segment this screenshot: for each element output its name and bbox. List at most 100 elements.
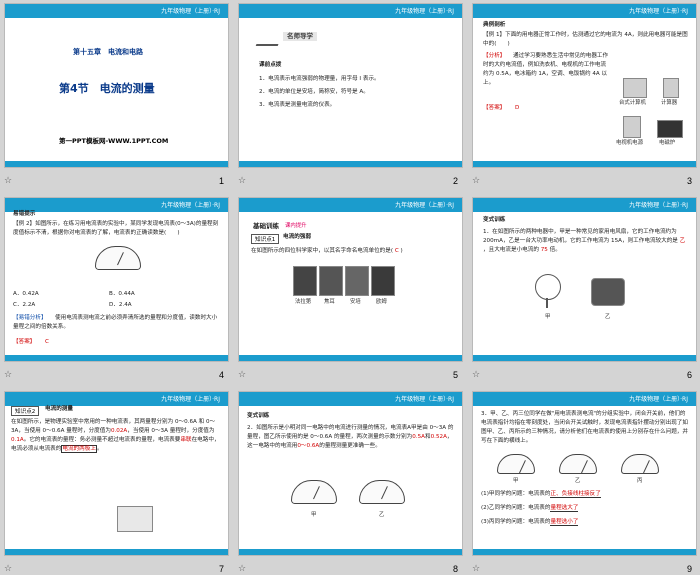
slide-number: 4 — [219, 370, 225, 380]
induction-cooker-image — [657, 120, 683, 138]
question-text: 1．在如图所示的两种电器中，甲是一种常见的家用电风扇，它的工作电流约为 200m… — [483, 229, 686, 253]
answer-tag: 【答案】 — [13, 339, 36, 345]
slide-number: 5 — [453, 370, 459, 380]
subtitle: 课前点拨 — [259, 62, 282, 68]
ammeter-dial-icon — [359, 480, 405, 504]
slide-thumbnail-2[interactable]: 九年级物理（上册）·RJ 名师导学 课前点拨 1．电流表示电流强弱的物理量，用字… — [238, 3, 463, 168]
slide-thumbnail-6[interactable]: 九年级物理（上册）·RJ 变式训练 1．在如图所示的两种电器中，甲是一种常见的家… — [472, 197, 697, 362]
answer-tag: 【答案】 — [483, 105, 506, 111]
item-label: 电磁炉 — [659, 140, 676, 146]
slide-number: 1 — [219, 176, 225, 186]
scientist-portrait — [345, 266, 369, 296]
device-label: 甲 — [545, 314, 551, 320]
dial-label: 甲 — [513, 478, 519, 484]
knowledge-tag: 知识点1 — [251, 234, 280, 244]
slide-header-bar: 九年级物理（上册）·RJ — [239, 4, 462, 18]
motor-image — [591, 278, 625, 306]
answer-line: (1)甲同学的问题：电流表的正、负接线柱接反了 — [481, 491, 601, 498]
chapter-title: 第十五章 电流和电路 — [73, 48, 143, 56]
banner-subtitle: 课内提升 — [285, 223, 307, 229]
item-label: 电视机电源 — [616, 140, 643, 146]
star-icon[interactable]: ☆ — [4, 370, 12, 380]
banner-title: 基础训练 — [253, 222, 279, 230]
star-icon[interactable]: ☆ — [472, 370, 480, 380]
slide-header-bar: 九年级物理（上册）·RJ — [239, 392, 462, 406]
slide-thumbnail-5[interactable]: 九年级物理（上册）·RJ 基础训练 课内提升 知识点1 电流的强弱 在如图所示的… — [238, 197, 463, 362]
device-label: 乙 — [605, 314, 611, 320]
dial-label: 甲 — [311, 512, 317, 518]
answer-text: 75 — [540, 247, 548, 253]
section-head: 典例剖析 — [483, 22, 506, 28]
radio-image — [623, 116, 641, 138]
ammeter-dial-icon — [497, 454, 535, 474]
star-icon[interactable]: ☆ — [4, 564, 12, 574]
star-icon[interactable]: ☆ — [4, 176, 12, 186]
slide-footer-bar — [473, 161, 696, 167]
slide-header-bar: 九年级物理（上册）·RJ — [473, 198, 696, 212]
section-head: 变式训练 — [483, 217, 506, 223]
list-item: 2．电流的单位是安培，简称安，符号是 A。 — [259, 89, 369, 95]
answer-text: 乙 — [679, 238, 686, 244]
slide-number: 8 — [453, 564, 459, 574]
slide-number: 3 — [687, 176, 693, 186]
knowledge-title: 电流的测量 — [45, 406, 73, 412]
calculator-image — [663, 78, 679, 98]
slide-header-bar: 九年级物理（上册）·RJ — [5, 392, 228, 406]
slide-footer-bar — [473, 549, 696, 555]
list-item: 3．电流表是测量电流的仪表。 — [259, 102, 336, 108]
question-text: 【例 2】如图所示，在练习用电流表的实验中，某同学发现电流表(0～3A)的量程刻… — [13, 221, 219, 236]
ammeter-dial-icon — [559, 454, 597, 474]
answer-text: C — [394, 248, 399, 254]
question-text: 【例 1】下面的用电器正常工作时，估测通过它的电流为 4A，则此用电器可能是图中… — [483, 32, 688, 47]
slide-thumbnail-8[interactable]: 九年级物理（上册）·RJ 变式训练 2．如图所示是小明对同一电路中的电流进行测量… — [238, 391, 463, 556]
list-item: 1．电流表示电流强弱的物理量，用字母 I 表示。 — [259, 76, 380, 82]
slide-footer-bar — [239, 549, 462, 555]
ammeter-icon — [95, 246, 141, 270]
slide-thumbnail-3[interactable]: 九年级物理（上册）·RJ 典例剖析 【例 1】下面的用电器正常工作时，估测通过它… — [472, 3, 697, 168]
option-d: D．2.4A — [109, 302, 132, 308]
dial-label: 丙 — [637, 478, 643, 484]
analysis-text: 通过学习要熟悉生活中常见的电器工作时的大约电流值，例如洗衣机、电视机的工作电流约… — [483, 53, 609, 86]
slide-thumbnail-7[interactable]: 九年级物理（上册）·RJ 知识点2 电流的测量 在如图所示，是物理实验室中常用的… — [4, 391, 229, 556]
slide-header-bar: 九年级物理（上册）·RJ — [5, 4, 228, 18]
section-head: 变式训练 — [247, 413, 270, 419]
answer-text: D — [515, 105, 520, 111]
ammeter-dial-icon — [621, 454, 659, 474]
answer-line: (2)乙同学的问题：电流表的量程选大了 — [481, 505, 579, 512]
body-text: 在如图所示，是物理实验室中常用的一种电流表，其两量程分别为 0～0.6A 和 0… — [11, 419, 220, 453]
dial-label: 乙 — [575, 478, 581, 484]
slide-thumbnail-4[interactable]: 九年级物理（上册）·RJ 易错提示 【例 2】如图所示，在练习用电流表的实验中，… — [4, 197, 229, 362]
bird-logo-icon — [255, 28, 285, 46]
scientist-portrait — [319, 266, 343, 296]
slide-footer-bar — [5, 161, 228, 167]
question-text: 3．甲、乙、丙三位同学在做"用电流表测电流"的分组实验中，闭合开关前，他们的电流… — [481, 411, 688, 444]
fan-icon — [535, 274, 561, 300]
star-icon[interactable]: ☆ — [472, 176, 480, 186]
dial-label: 乙 — [379, 512, 385, 518]
slide-thumbnail-9[interactable]: 九年级物理（上册）·RJ 3．甲、乙、丙三位同学在做"用电流表测电流"的分组实验… — [472, 391, 697, 556]
option-c: C．2.2A — [13, 302, 36, 308]
slide-number: 7 — [219, 564, 225, 574]
question-text: 在如图所示的四位科学家中，以其名字命名电流单位的是( C ) — [251, 248, 403, 254]
slide-thumbnail-1[interactable]: 九年级物理（上册）·RJ 第十五章 电流和电路 第4节 电流的测量 第一PPT模… — [4, 3, 229, 168]
scientist-name: 欧姆 — [376, 299, 387, 305]
tip-text: 使用电流表测电流之前必须弄清所选的量程和分度值，读数时大小量程之间的倍数关系。 — [13, 315, 218, 330]
slide-number: 9 — [687, 564, 693, 574]
star-icon[interactable]: ☆ — [472, 564, 480, 574]
slide-header-bar: 九年级物理（上册）·RJ — [473, 392, 696, 406]
star-icon[interactable]: ☆ — [238, 176, 246, 186]
star-icon[interactable]: ☆ — [238, 564, 246, 574]
fan-stand — [546, 298, 548, 308]
knowledge-title: 电流的强弱 — [283, 234, 311, 240]
slide-footer-bar — [239, 161, 462, 167]
star-icon[interactable]: ☆ — [238, 370, 246, 380]
slide-footer-bar — [5, 355, 228, 361]
scientist-name: 安培 — [350, 299, 361, 305]
item-label: 台式计算机 — [619, 100, 646, 106]
slide-footer-bar — [5, 549, 228, 555]
scientist-name: 法拉第 — [295, 299, 312, 305]
scientist-name: 焦耳 — [324, 299, 335, 305]
question-text: 2．如图所示是小明对同一电路中的电流进行测量的情况，电流表A甲是由 0～3A 的… — [247, 425, 454, 449]
slide-footer-bar — [473, 355, 696, 361]
footer-text: 第一PPT模板网-WWW.1PPT.COM — [59, 137, 169, 145]
